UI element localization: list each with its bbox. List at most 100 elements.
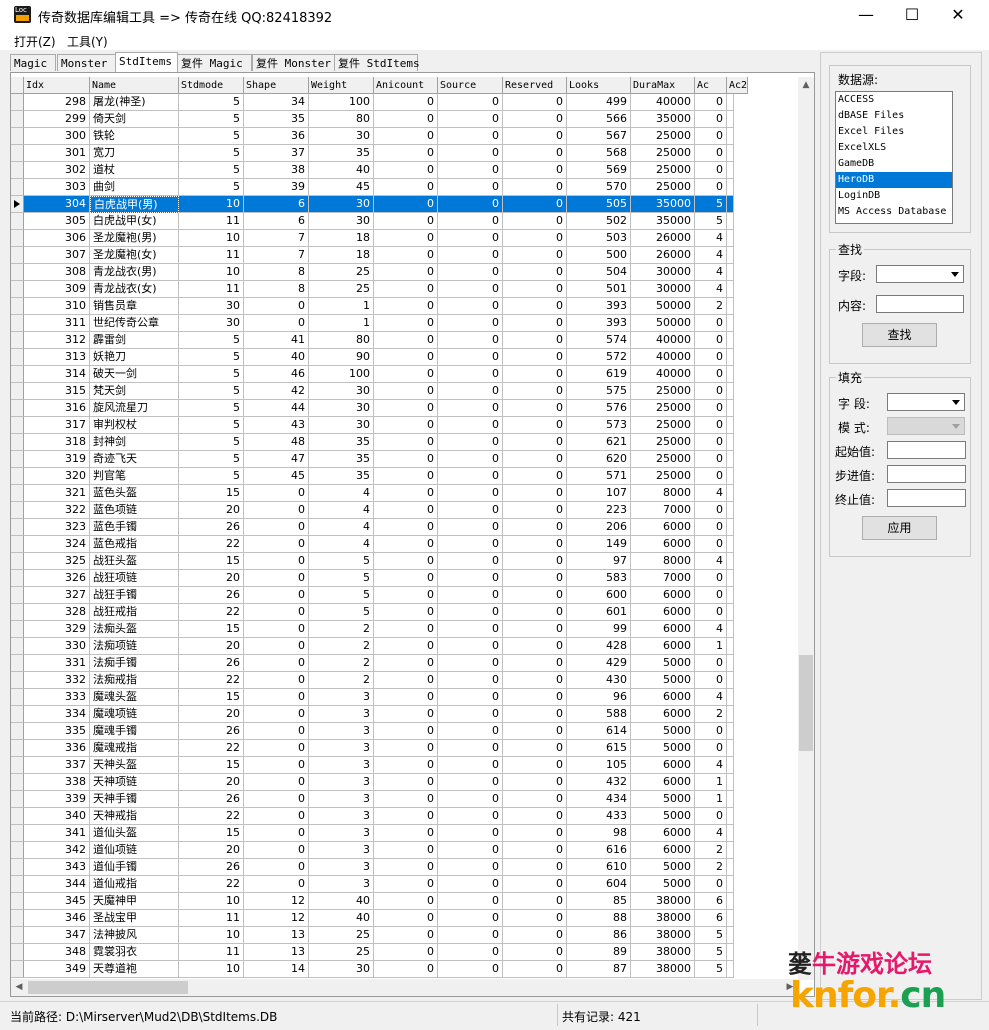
cell-ac2[interactable] bbox=[727, 94, 734, 111]
cell-reserved[interactable]: 0 bbox=[503, 536, 567, 553]
cell-shape[interactable]: 0 bbox=[244, 791, 309, 808]
cell-reserved[interactable]: 0 bbox=[503, 332, 567, 349]
cell-anicount[interactable]: 0 bbox=[374, 298, 438, 315]
cell-ac2[interactable] bbox=[727, 723, 734, 740]
table-row[interactable]: 338 天神项链 20 0 3 0 0 0 432 6000 1 bbox=[11, 774, 798, 791]
row-indicator[interactable] bbox=[11, 94, 24, 111]
cell-reserved[interactable]: 0 bbox=[503, 502, 567, 519]
table-row[interactable]: 324 蓝色戒指 22 0 4 0 0 0 149 6000 0 bbox=[11, 536, 798, 553]
cell-anicount[interactable]: 0 bbox=[374, 485, 438, 502]
cell-ac2[interactable] bbox=[727, 774, 734, 791]
cell-idx[interactable]: 325 bbox=[24, 553, 90, 570]
cell-name[interactable]: 圣战宝甲 bbox=[90, 910, 179, 927]
cell-idx[interactable]: 313 bbox=[24, 349, 90, 366]
datasource-item[interactable]: dBASE Files bbox=[836, 108, 952, 124]
find-content-input[interactable] bbox=[876, 295, 964, 313]
cell-source[interactable]: 0 bbox=[438, 519, 503, 536]
cell-source[interactable]: 0 bbox=[438, 910, 503, 927]
cell-looks[interactable]: 149 bbox=[567, 536, 631, 553]
table-row[interactable]: 309 青龙战衣(女) 11 8 25 0 0 0 501 30000 4 bbox=[11, 281, 798, 298]
cell-ac2[interactable] bbox=[727, 298, 734, 315]
table-row[interactable]: 344 道仙戒指 22 0 3 0 0 0 604 5000 0 bbox=[11, 876, 798, 893]
cell-stdmode[interactable]: 15 bbox=[179, 689, 244, 706]
cell-anicount[interactable]: 0 bbox=[374, 94, 438, 111]
cell-reserved[interactable]: 0 bbox=[503, 961, 567, 978]
cell-name[interactable]: 曲剑 bbox=[90, 179, 179, 196]
cell-ac[interactable]: 4 bbox=[695, 264, 727, 281]
cell-ac[interactable]: 2 bbox=[695, 298, 727, 315]
cell-weight[interactable]: 30 bbox=[309, 213, 374, 230]
cell-idx[interactable]: 310 bbox=[24, 298, 90, 315]
cell-idx[interactable]: 343 bbox=[24, 859, 90, 876]
row-indicator[interactable] bbox=[11, 706, 24, 723]
cell-ac2[interactable] bbox=[727, 876, 734, 893]
cell-reserved[interactable]: 0 bbox=[503, 570, 567, 587]
cell-reserved[interactable]: 0 bbox=[503, 842, 567, 859]
cell-ac[interactable]: 0 bbox=[695, 111, 727, 128]
cell-reserved[interactable]: 0 bbox=[503, 162, 567, 179]
cell-shape[interactable]: 0 bbox=[244, 808, 309, 825]
cell-shape[interactable]: 12 bbox=[244, 893, 309, 910]
cell-source[interactable]: 0 bbox=[438, 332, 503, 349]
cell-duramax[interactable]: 25000 bbox=[631, 451, 695, 468]
cell-shape[interactable]: 0 bbox=[244, 723, 309, 740]
cell-ac[interactable]: 1 bbox=[695, 638, 727, 655]
cell-looks[interactable]: 572 bbox=[567, 349, 631, 366]
cell-idx[interactable]: 307 bbox=[24, 247, 90, 264]
cell-reserved[interactable]: 0 bbox=[503, 349, 567, 366]
cell-source[interactable]: 0 bbox=[438, 145, 503, 162]
column-header-anicount[interactable]: Anicount bbox=[374, 77, 438, 94]
datasource-item[interactable]: GameDB bbox=[836, 156, 952, 172]
cell-looks[interactable]: 570 bbox=[567, 179, 631, 196]
cell-anicount[interactable]: 0 bbox=[374, 927, 438, 944]
cell-name[interactable]: 道仙项链 bbox=[90, 842, 179, 859]
cell-weight[interactable]: 30 bbox=[309, 417, 374, 434]
cell-anicount[interactable]: 0 bbox=[374, 604, 438, 621]
cell-name[interactable]: 旋风流星刀 bbox=[90, 400, 179, 417]
cell-idx[interactable]: 344 bbox=[24, 876, 90, 893]
row-indicator[interactable] bbox=[11, 111, 24, 128]
row-indicator[interactable] bbox=[11, 927, 24, 944]
cell-reserved[interactable]: 0 bbox=[503, 281, 567, 298]
cell-shape[interactable]: 43 bbox=[244, 417, 309, 434]
row-indicator[interactable] bbox=[11, 264, 24, 281]
cell-reserved[interactable]: 0 bbox=[503, 111, 567, 128]
cell-ac[interactable]: 6 bbox=[695, 893, 727, 910]
close-button[interactable]: ✕ bbox=[935, 0, 981, 30]
column-header-source[interactable]: Source bbox=[438, 77, 503, 94]
cell-source[interactable]: 0 bbox=[438, 400, 503, 417]
cell-stdmode[interactable]: 26 bbox=[179, 519, 244, 536]
cell-source[interactable]: 0 bbox=[438, 553, 503, 570]
cell-reserved[interactable]: 0 bbox=[503, 315, 567, 332]
cell-duramax[interactable]: 50000 bbox=[631, 298, 695, 315]
cell-stdmode[interactable]: 10 bbox=[179, 927, 244, 944]
cell-weight[interactable]: 5 bbox=[309, 570, 374, 587]
cell-anicount[interactable]: 0 bbox=[374, 706, 438, 723]
cell-stdmode[interactable]: 20 bbox=[179, 502, 244, 519]
cell-ac2[interactable] bbox=[727, 400, 734, 417]
cell-stdmode[interactable]: 20 bbox=[179, 570, 244, 587]
cell-name[interactable]: 战狂戒指 bbox=[90, 604, 179, 621]
row-indicator[interactable] bbox=[11, 315, 24, 332]
cell-shape[interactable]: 6 bbox=[244, 213, 309, 230]
cell-looks[interactable]: 434 bbox=[567, 791, 631, 808]
cell-idx[interactable]: 320 bbox=[24, 468, 90, 485]
cell-shape[interactable]: 0 bbox=[244, 621, 309, 638]
cell-weight[interactable]: 25 bbox=[309, 281, 374, 298]
cell-source[interactable]: 0 bbox=[438, 706, 503, 723]
cell-stdmode[interactable]: 11 bbox=[179, 281, 244, 298]
cell-ac[interactable]: 0 bbox=[695, 808, 727, 825]
cell-stdmode[interactable]: 5 bbox=[179, 434, 244, 451]
cell-shape[interactable]: 0 bbox=[244, 876, 309, 893]
cell-duramax[interactable]: 6000 bbox=[631, 638, 695, 655]
cell-source[interactable]: 0 bbox=[438, 213, 503, 230]
cell-shape[interactable]: 0 bbox=[244, 553, 309, 570]
table-row[interactable]: 320 判官笔 5 45 35 0 0 0 571 25000 0 bbox=[11, 468, 798, 485]
column-header-ac2[interactable]: Ac2 bbox=[727, 77, 749, 94]
cell-shape[interactable]: 0 bbox=[244, 298, 309, 315]
cell-weight[interactable]: 40 bbox=[309, 910, 374, 927]
cell-looks[interactable]: 615 bbox=[567, 740, 631, 757]
cell-ac[interactable]: 0 bbox=[695, 672, 727, 689]
cell-name[interactable]: 天神项链 bbox=[90, 774, 179, 791]
cell-duramax[interactable]: 5000 bbox=[631, 672, 695, 689]
